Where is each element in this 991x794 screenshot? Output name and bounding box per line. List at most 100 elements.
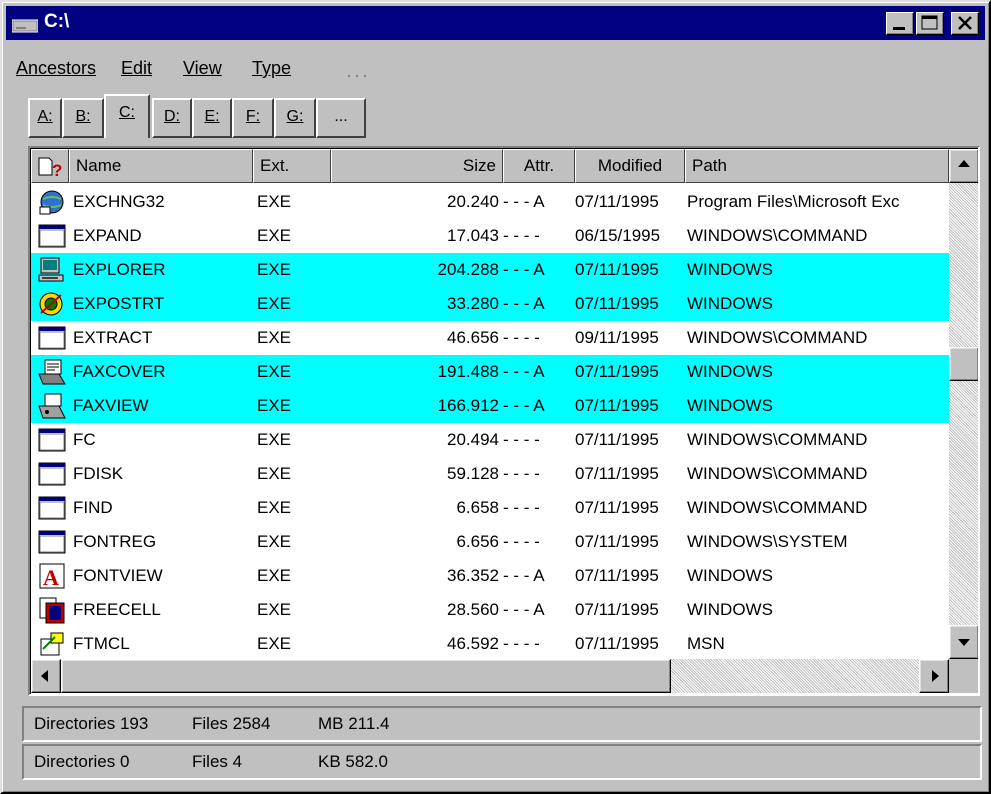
maximize-button[interactable]: [916, 12, 944, 35]
menu-view[interactable]: View: [183, 58, 222, 79]
title-bar[interactable]: C:\: [6, 6, 985, 40]
file-path: WINDOWS\COMMAND: [687, 226, 868, 245]
file-modified: 07/11/1995: [575, 498, 659, 517]
drive-icon: [12, 19, 38, 33]
file-modified: 07/11/1995: [575, 634, 659, 653]
dos-program-icon: [38, 428, 66, 452]
scroll-down-button[interactable]: [949, 625, 978, 659]
file-path: Program Files\Microsoft Exc: [687, 192, 900, 211]
vertical-scrollbar[interactable]: [949, 149, 978, 659]
file-size: 17.043: [447, 226, 499, 245]
file-row[interactable]: A FONTVIEW EXE 36.352- - - A 07/11/1995 WINDO…: [31, 559, 949, 593]
file-modified: 07/11/1995: [575, 260, 659, 279]
tab-drive-d[interactable]: D:: [152, 98, 192, 138]
horizontal-scrollbar[interactable]: [31, 659, 949, 693]
file-ext: EXE: [257, 362, 292, 381]
status-total-size: MB 211.4: [318, 714, 390, 733]
horizontal-scroll-thumb[interactable]: [61, 659, 671, 693]
file-ext: EXE: [257, 226, 292, 245]
file-size: 6.656: [456, 532, 499, 551]
dos-program-icon: [38, 496, 66, 520]
column-header-name[interactable]: Name: [69, 149, 253, 183]
file-row[interactable]: EXCHNG32 EXE 20.240- - - A 07/11/1995 Progra…: [31, 185, 949, 219]
file-ext: EXE: [257, 498, 292, 517]
menu-type[interactable]: Type: [252, 58, 291, 79]
file-name: FDISK: [73, 464, 124, 483]
vertical-scroll-thumb[interactable]: [949, 347, 978, 381]
scroll-up-button[interactable]: [949, 149, 978, 183]
file-row[interactable]: FC EXE 20.494- - - - 07/11/1995 WINDOWS\COMM…: [31, 423, 949, 457]
file-attr: - - - -: [503, 464, 540, 483]
dos-program-icon: [38, 530, 66, 554]
tab-drive-g[interactable]: G:: [274, 98, 316, 138]
tab-more[interactable]: ...: [316, 98, 366, 138]
minimize-button[interactable]: [886, 12, 914, 35]
exchange-icon: [39, 190, 64, 215]
arrow-up-icon: [958, 160, 970, 167]
file-row[interactable]: EXPLORER EXE 204.288- - - A 07/11/1995 WINDO…: [31, 253, 949, 287]
file-size: 46.656: [447, 328, 499, 347]
file-row[interactable]: EXPAND EXE 17.043- - - - 06/15/1995 WINDOWS\…: [31, 219, 949, 253]
arrow-right-icon: [932, 670, 939, 682]
freecell-cards-icon: [39, 597, 65, 624]
scroll-left-button[interactable]: [31, 659, 61, 693]
file-list: ? Name Ext. Size Attr. Modified Path EXC…: [28, 146, 980, 696]
column-header-modified[interactable]: Modified: [575, 149, 685, 183]
file-row[interactable]: FIND EXE 6.658- - - - 07/11/1995 WINDOWS\COM…: [31, 491, 949, 525]
status-total-dirs: Directories 193: [34, 714, 149, 733]
file-row[interactable]: FAXVIEW EXE 166.912- - - A 07/11/1995 WINDOW…: [31, 389, 949, 423]
expostrt-icon: [39, 292, 63, 316]
tab-drive-f[interactable]: F:: [232, 98, 274, 138]
file-size: 166.912: [437, 396, 499, 415]
file-row[interactable]: FDISK EXE 59.128- - - - 07/11/1995 WINDOWS\C…: [31, 457, 949, 491]
file-row[interactable]: FTMCL EXE 46.592- - - - 07/11/1995 MSN: [31, 627, 949, 661]
column-headers: ? Name Ext. Size Attr. Modified Path: [31, 149, 949, 183]
column-header-attr[interactable]: Attr.: [503, 149, 575, 183]
explorer-computer-icon: [38, 257, 64, 282]
file-ext: EXE: [257, 396, 292, 415]
file-name: FAXVIEW: [73, 396, 149, 415]
file-attr: - - - A: [503, 294, 545, 313]
close-button[interactable]: [951, 12, 979, 35]
file-row[interactable]: EXPOSTRT EXE 33.280- - - A 07/11/1995 WINDOW…: [31, 287, 949, 321]
svg-text:A: A: [43, 565, 59, 590]
file-name: FAXCOVER: [73, 362, 166, 381]
column-header-size[interactable]: Size: [331, 149, 503, 183]
file-attr: - - - A: [503, 192, 545, 211]
file-size: 6.658: [456, 498, 499, 517]
file-path: WINDOWS\COMMAND: [687, 328, 868, 347]
menu-grip-icon: [348, 75, 366, 77]
tab-drive-b[interactable]: B:: [62, 98, 104, 138]
file-row[interactable]: FAXCOVER EXE 191.488- - - A 07/11/1995 WINDO…: [31, 355, 949, 389]
file-ext: EXE: [257, 566, 292, 585]
file-size: 33.280: [447, 294, 499, 313]
menu-edit[interactable]: Edit: [121, 58, 152, 79]
file-modified: 07/11/1995: [575, 430, 659, 449]
file-path: MSN: [687, 634, 725, 653]
file-path: WINDOWS: [687, 260, 773, 279]
file-attr: - - - -: [503, 328, 540, 347]
file-row[interactable]: EXTRACT EXE 46.656- - - - 09/11/1995 WINDOWS…: [31, 321, 949, 355]
file-path: WINDOWS\COMMAND: [687, 464, 868, 483]
svg-text:?: ?: [52, 161, 62, 180]
tab-drive-a[interactable]: A:: [28, 98, 62, 138]
file-path: WINDOWS\COMMAND: [687, 430, 868, 449]
file-attr: - - - -: [503, 430, 540, 449]
file-name: FC: [73, 430, 96, 449]
tab-drive-c[interactable]: C:: [104, 94, 150, 138]
column-header-path[interactable]: Path: [685, 149, 949, 183]
status-bar-selection: Directories 0 Files 4 KB 582.0: [22, 744, 982, 780]
file-modified: 06/15/1995: [575, 226, 661, 245]
column-header-ext[interactable]: Ext.: [253, 149, 331, 183]
file-row[interactable]: FONTREG EXE 6.656- - - - 07/11/1995 WINDOWS\…: [31, 525, 949, 559]
menu-ancestors[interactable]: Ancestors: [16, 58, 96, 79]
file-attr: - - - A: [503, 396, 545, 415]
file-attr: - - - A: [503, 260, 545, 279]
scroll-right-button[interactable]: [919, 659, 949, 693]
column-filter-button[interactable]: ?: [31, 149, 69, 183]
file-path: WINDOWS: [687, 566, 773, 585]
explorer-window: C:\ Ancestors Edit View Type A: B: C: D:…: [0, 0, 991, 794]
file-attr: - - - A: [503, 600, 545, 619]
file-row[interactable]: FREECELL EXE 28.560- - - A 07/11/1995 WINDOW…: [31, 593, 949, 627]
tab-drive-e[interactable]: E:: [192, 98, 232, 138]
